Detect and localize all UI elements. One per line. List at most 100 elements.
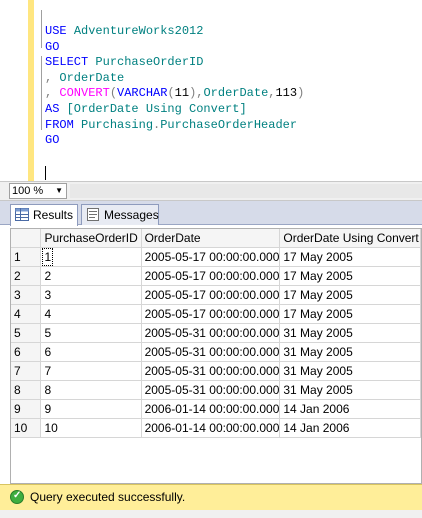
results-tabstrip: Results Messages: [0, 201, 422, 226]
cell-value: 14 Jan 2006: [283, 421, 350, 435]
row-number[interactable]: 7: [11, 361, 42, 381]
table-row[interactable]: 7 7 2005-05-31 00:00:00.000 31 May 2005: [11, 361, 421, 381]
table-cell[interactable]: 2005-05-31 00:00:00.000: [141, 380, 281, 400]
table-cell[interactable]: 2005-05-17 00:00:00.000: [141, 247, 281, 267]
table-row[interactable]: 3 3 2005-05-17 00:00:00.000 17 May 2005: [11, 285, 421, 305]
table-cell[interactable]: 6: [40, 342, 142, 362]
query-editor[interactable]: USE AdventureWorks2012 GO SELECT PurchaseO…: [0, 0, 422, 181]
editor-gutter: [0, 0, 26, 181]
table-cell[interactable]: 31 May 2005: [279, 380, 421, 400]
table-row[interactable]: 1 1 2005-05-17 00:00:00.000 17 May 2005: [11, 247, 421, 267]
code-token: CONVERT: [59, 86, 110, 101]
row-number[interactable]: 2: [11, 266, 42, 286]
code-token: PurchaseOrderID: [95, 55, 204, 70]
row-number[interactable]: 1: [11, 247, 42, 267]
code-token: AS: [45, 101, 67, 116]
table-cell[interactable]: 2005-05-31 00:00:00.000: [141, 323, 281, 343]
table-cell[interactable]: 2005-05-17 00:00:00.000: [141, 266, 281, 286]
cell-value: 2005-05-31 00:00:00.000: [144, 383, 280, 397]
table-cell[interactable]: 3: [40, 285, 142, 305]
table-cell[interactable]: 17 May 2005: [279, 304, 421, 324]
table-cell[interactable]: 7: [40, 361, 142, 381]
sql-code[interactable]: USE AdventureWorks2012 GO SELECT PurchaseO…: [45, 24, 304, 149]
table-cell[interactable]: 9: [40, 399, 142, 419]
row-number[interactable]: 8: [11, 380, 42, 400]
table-cell[interactable]: 17 May 2005: [279, 285, 421, 305]
outline-line: [41, 10, 42, 48]
results-table: PurchaseOrderID OrderDate OrderDate Usin…: [11, 229, 421, 438]
table-cell[interactable]: 2006-01-14 00:00:00.000: [141, 418, 281, 438]
cell-value: 1: [42, 248, 54, 266]
table-cell[interactable]: 10: [40, 418, 142, 438]
cell-value: 5: [14, 326, 21, 340]
code-token: USE: [45, 24, 74, 38]
cell-value: 4: [44, 307, 52, 321]
cell-value: 17 May 2005: [283, 307, 353, 321]
cell-value: 2006-01-14 00:00:00.000: [144, 402, 280, 416]
table-row[interactable]: 6 6 2005-05-31 00:00:00.000 31 May 2005: [11, 342, 421, 362]
table-cell[interactable]: 14 Jan 2006: [279, 399, 421, 419]
code-line: GO: [45, 40, 304, 56]
code-token: (: [167, 86, 175, 101]
table-row[interactable]: 2 2 2005-05-17 00:00:00.000 17 May 2005: [11, 266, 421, 286]
status-bar: ✓ Query executed successfully.: [0, 484, 422, 510]
row-number[interactable]: 5: [11, 323, 42, 343]
table-cell[interactable]: 14 Jan 2006: [279, 418, 421, 438]
results-grid[interactable]: PurchaseOrderID OrderDate OrderDate Usin…: [10, 228, 422, 484]
table-cell[interactable]: 31 May 2005: [279, 323, 421, 343]
tab-results[interactable]: Results: [10, 204, 78, 226]
table-cell[interactable]: 4: [40, 304, 142, 324]
cell-value: 31 May 2005: [283, 364, 353, 378]
code-token: (: [109, 86, 118, 101]
table-cell[interactable]: 17 May 2005: [279, 266, 421, 286]
table-cell[interactable]: 17 May 2005: [279, 247, 421, 267]
column-header[interactable]: OrderDate Using Convert: [279, 229, 421, 248]
table-row[interactable]: 8 8 2005-05-31 00:00:00.000 31 May 2005: [11, 380, 421, 400]
column-header[interactable]: OrderDate: [141, 229, 281, 248]
cell-value: 7: [44, 364, 52, 378]
cell-value: 31 May 2005: [283, 383, 353, 397]
code-line: , CONVERT(VARCHAR(11),OrderDate,113): [45, 86, 304, 102]
horizontal-scrollbar[interactable]: [70, 184, 422, 198]
code-token: ,: [45, 86, 60, 101]
table-cell[interactable]: 31 May 2005: [279, 361, 421, 381]
table-cell[interactable]: 2: [40, 266, 142, 286]
table-cell[interactable]: 2005-05-17 00:00:00.000: [141, 285, 281, 305]
row-number[interactable]: 6: [11, 342, 42, 362]
row-number[interactable]: 4: [11, 304, 42, 324]
cell-value: 2005-05-17 00:00:00.000: [144, 288, 280, 302]
cell-value: 31 May 2005: [283, 326, 353, 340]
table-cell[interactable]: 5: [40, 323, 142, 343]
tab-messages[interactable]: Messages: [81, 204, 159, 225]
cell-value: 2005-05-17 00:00:00.000: [144, 307, 280, 321]
table-cell[interactable]: 1: [40, 247, 142, 267]
zoom-select[interactable]: 100 % ▼: [9, 183, 67, 199]
code-token: [OrderDate Using Convert]: [66, 101, 247, 116]
row-number[interactable]: 9: [11, 399, 42, 419]
code-token: PurchaseOrderHeader: [160, 117, 298, 132]
cell-value: 9: [14, 402, 21, 416]
table-cell[interactable]: 2005-05-17 00:00:00.000: [141, 304, 281, 324]
row-number[interactable]: 10: [11, 418, 42, 438]
table-cell[interactable]: 2006-01-14 00:00:00.000: [141, 399, 281, 419]
cell-value: 8: [14, 383, 21, 397]
code-line: AS [OrderDate Using Convert]: [45, 102, 304, 118]
table-row[interactable]: 10 10 2006-01-14 00:00:00.000 14 Jan 2006: [11, 418, 421, 438]
table-row[interactable]: 5 5 2005-05-31 00:00:00.000 31 May 2005: [11, 323, 421, 343]
table-cell[interactable]: 31 May 2005: [279, 342, 421, 362]
cell-value: 2: [44, 269, 52, 283]
table-cell[interactable]: 2005-05-31 00:00:00.000: [141, 361, 281, 381]
table-cell[interactable]: 8: [40, 380, 142, 400]
row-number[interactable]: 3: [11, 285, 42, 305]
tab-messages-label: Messages: [104, 208, 159, 222]
messages-icon: [87, 208, 99, 221]
code-line: USE AdventureWorks2012: [45, 24, 304, 40]
cell-value: 2005-05-31 00:00:00.000: [144, 364, 280, 378]
table-row[interactable]: 4 4 2005-05-17 00:00:00.000 17 May 2005: [11, 304, 421, 324]
table-cell[interactable]: 2005-05-31 00:00:00.000: [141, 342, 281, 362]
column-header[interactable]: PurchaseOrderID: [40, 229, 142, 248]
cell-value: 7: [14, 364, 21, 378]
outline-line: [41, 56, 42, 130]
table-row[interactable]: 9 9 2006-01-14 00:00:00.000 14 Jan 2006: [11, 399, 421, 419]
corner-cell[interactable]: [11, 229, 42, 248]
